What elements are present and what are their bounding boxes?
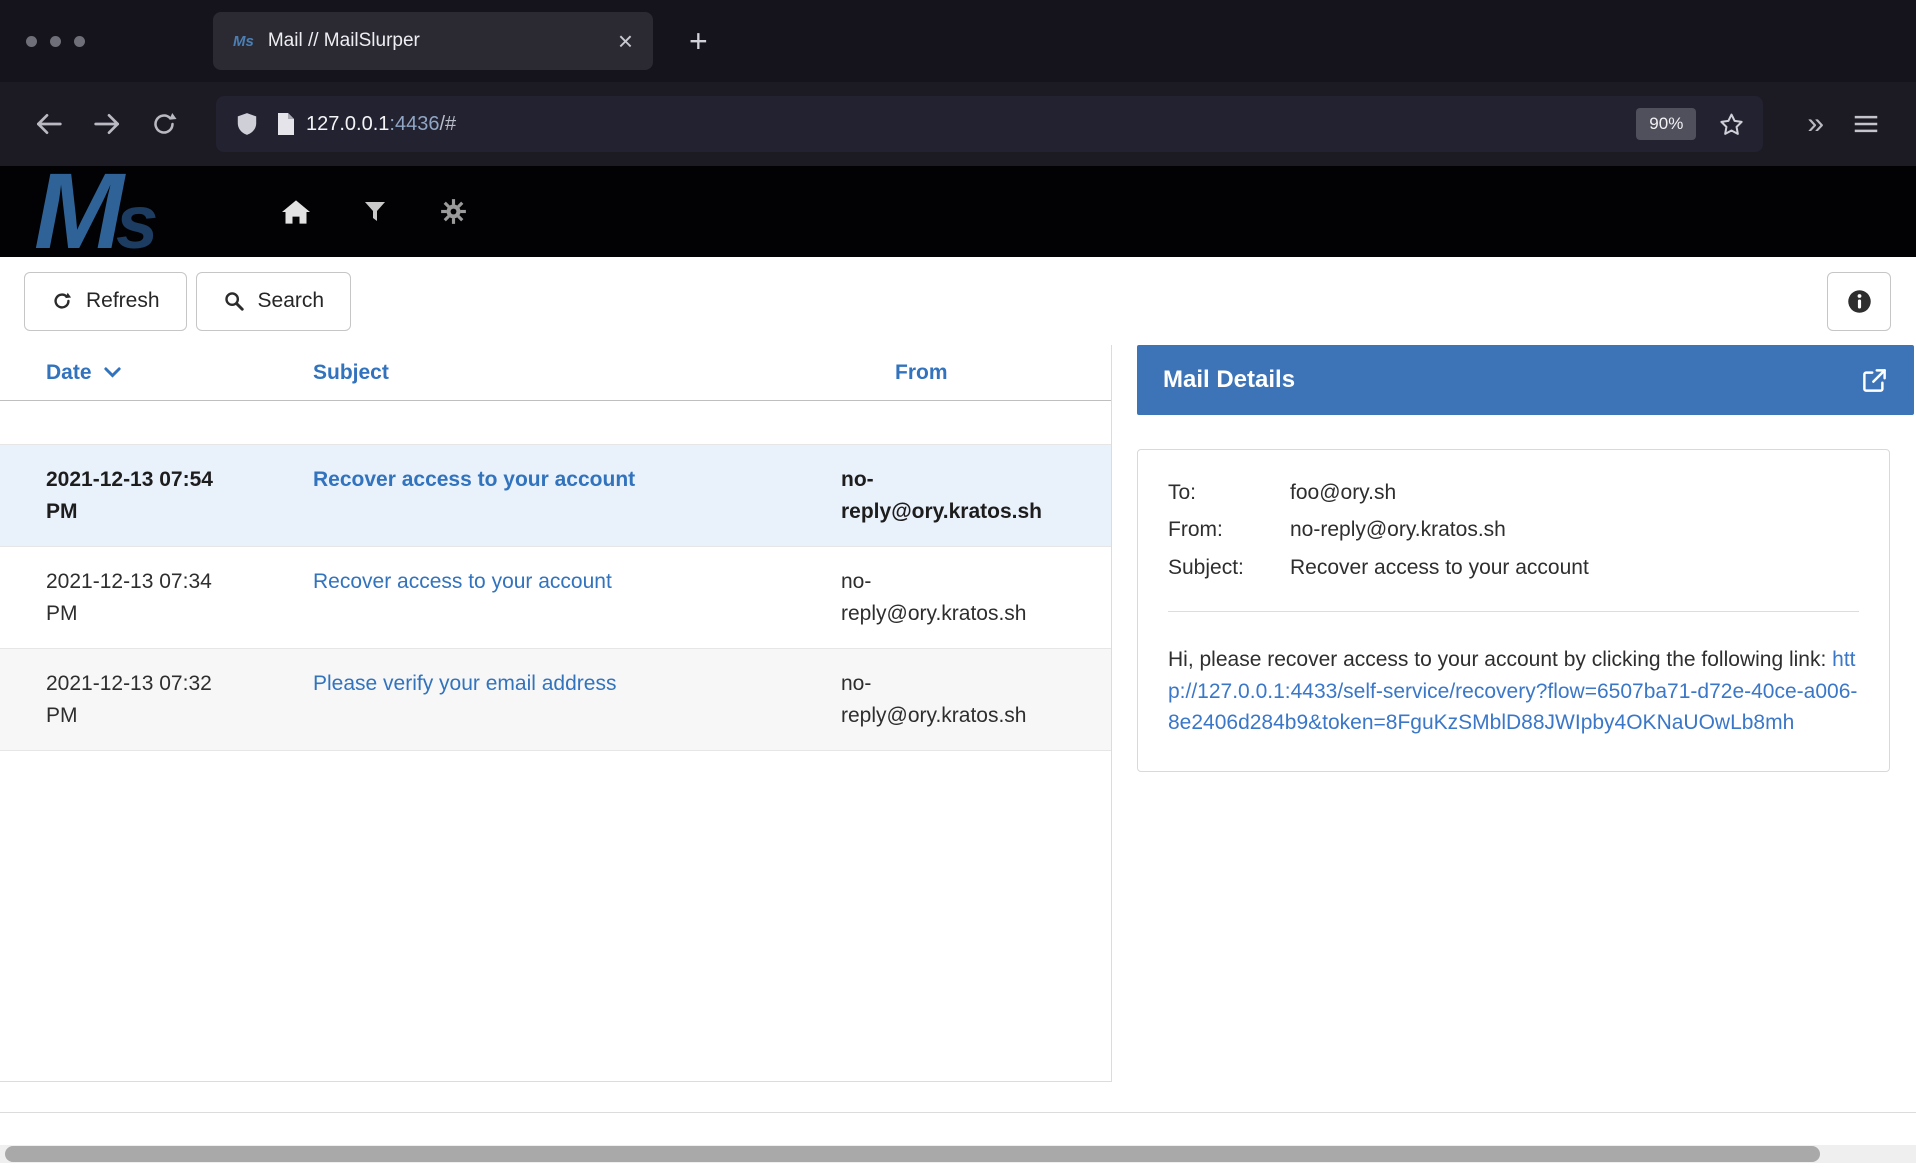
toolbar-overflow-button[interactable]: » [1807, 109, 1824, 139]
info-icon [1846, 288, 1873, 315]
browser-tab-bar: Ms Mail // MailSlurper × + [0, 0, 1916, 82]
app-toolbar: Refresh Search [0, 257, 1916, 345]
window-control-dot[interactable] [74, 36, 85, 47]
shield-icon[interactable] [234, 111, 260, 137]
menu-button[interactable] [1851, 109, 1881, 139]
from-value: no-reply@ory.kratos.sh [1290, 515, 1859, 545]
mail-details-title: Mail Details [1163, 366, 1295, 394]
mail-date: 2021-12-13 07:34 PM [0, 566, 245, 629]
main-content: Date Subject From 2021-12-13 07:54 PM Re… [0, 345, 1916, 1082]
mail-from: no-reply@ory.kratos.sh [841, 668, 1111, 731]
url-bar[interactable]: 127.0.0.1:4436/# 90% [216, 96, 1763, 152]
scrollbar-thumb[interactable] [5, 1146, 1820, 1162]
mail-subject-link[interactable]: Recover access to your account [245, 464, 841, 527]
search-button-label: Search [258, 289, 325, 313]
field-subject: Subject: Recover access to your account [1168, 553, 1859, 583]
search-button[interactable]: Search [196, 272, 352, 331]
mail-rows: 2021-12-13 07:54 PM Recover access to yo… [0, 444, 1111, 751]
filter-icon[interactable] [364, 201, 386, 223]
column-header-from[interactable]: From [841, 361, 1111, 385]
mail-from: no-reply@ory.kratos.sh [841, 566, 1111, 629]
mail-date: 2021-12-13 07:32 PM [0, 668, 245, 731]
field-from: From: no-reply@ory.kratos.sh [1168, 515, 1859, 545]
page-info-icon [276, 112, 296, 136]
external-link-icon [1861, 367, 1888, 394]
mail-list-pane: Date Subject From 2021-12-13 07:54 PM Re… [0, 345, 1112, 1082]
sort-chevron-down-icon [104, 367, 121, 378]
mail-date: 2021-12-13 07:54 PM [0, 464, 245, 527]
url-host: 127.0.0.1 [306, 113, 389, 135]
field-to: To: foo@ory.sh [1168, 478, 1859, 508]
mailslurper-header: M s [0, 166, 1916, 257]
mail-details-card: To: foo@ory.sh From: no-reply@ory.kratos… [1137, 449, 1890, 772]
bottom-divider [0, 1112, 1916, 1113]
date-header-label: Date [46, 361, 92, 385]
refresh-icon [51, 290, 73, 312]
window-control-dot[interactable] [50, 36, 61, 47]
column-header-subject[interactable]: Subject [245, 361, 841, 385]
open-external-button[interactable] [1861, 367, 1888, 394]
mail-subject-link[interactable]: Please verify your email address [245, 668, 841, 731]
mail-body: Hi, please recover access to your accoun… [1168, 644, 1859, 739]
to-value: foo@ory.sh [1290, 478, 1859, 508]
window-control-dot[interactable] [26, 36, 37, 47]
refresh-button-label: Refresh [86, 289, 160, 313]
mailslurper-logo: M s [34, 166, 158, 257]
info-button[interactable] [1827, 272, 1891, 331]
settings-gear-icon[interactable] [440, 198, 467, 225]
from-label: From: [1168, 515, 1290, 545]
mail-subject-link[interactable]: Recover access to your account [245, 566, 841, 629]
url-path: /# [439, 113, 456, 135]
new-tab-button[interactable]: + [689, 25, 708, 57]
to-label: To: [1168, 478, 1290, 508]
url-port: :4436 [389, 113, 439, 135]
forward-button[interactable] [91, 108, 123, 140]
table-row[interactable]: 2021-12-13 07:34 PM Recover access to yo… [0, 547, 1111, 649]
window-controls[interactable] [26, 36, 85, 47]
mail-details-pane: Mail Details To: foo@ory.sh From: no-rep… [1112, 345, 1916, 1082]
mailslurper-favicon-icon: Ms [233, 33, 254, 50]
logo-letter-m: M [34, 166, 118, 257]
mail-from: no-reply@ory.kratos.sh [841, 464, 1111, 527]
forward-arrow-icon [91, 108, 123, 140]
subject-value: Recover access to your account [1290, 553, 1859, 583]
browser-tab[interactable]: Ms Mail // MailSlurper × [213, 12, 653, 70]
bookmark-star-icon[interactable] [1718, 111, 1745, 138]
mail-details-header: Mail Details [1137, 345, 1914, 415]
refresh-button[interactable]: Refresh [24, 272, 187, 331]
mail-list-header-row: Date Subject From [0, 345, 1111, 401]
hamburger-menu-icon [1851, 109, 1881, 139]
logo-letter-s: s [116, 185, 158, 257]
table-row[interactable]: 2021-12-13 07:54 PM Recover access to yo… [0, 444, 1111, 547]
subject-label: Subject: [1168, 553, 1290, 583]
reload-icon [149, 109, 179, 139]
table-row[interactable]: 2021-12-13 07:32 PM Please verify your e… [0, 649, 1111, 751]
column-header-date[interactable]: Date [0, 361, 245, 385]
tab-title: Mail // MailSlurper [268, 30, 608, 52]
search-icon [223, 290, 245, 312]
back-arrow-icon [33, 108, 65, 140]
url-text[interactable]: 127.0.0.1:4436/# [306, 113, 1636, 136]
browser-nav-bar: 127.0.0.1:4436/# 90% » [0, 82, 1916, 166]
horizontal-scrollbar[interactable] [0, 1145, 1916, 1163]
details-divider [1168, 611, 1859, 612]
reload-button[interactable] [149, 109, 179, 139]
tab-close-icon[interactable]: × [618, 28, 633, 54]
back-button[interactable] [33, 108, 65, 140]
home-icon[interactable] [282, 199, 310, 225]
mail-body-text: Hi, please recover access to your accoun… [1168, 648, 1832, 671]
zoom-level-badge[interactable]: 90% [1636, 108, 1696, 140]
